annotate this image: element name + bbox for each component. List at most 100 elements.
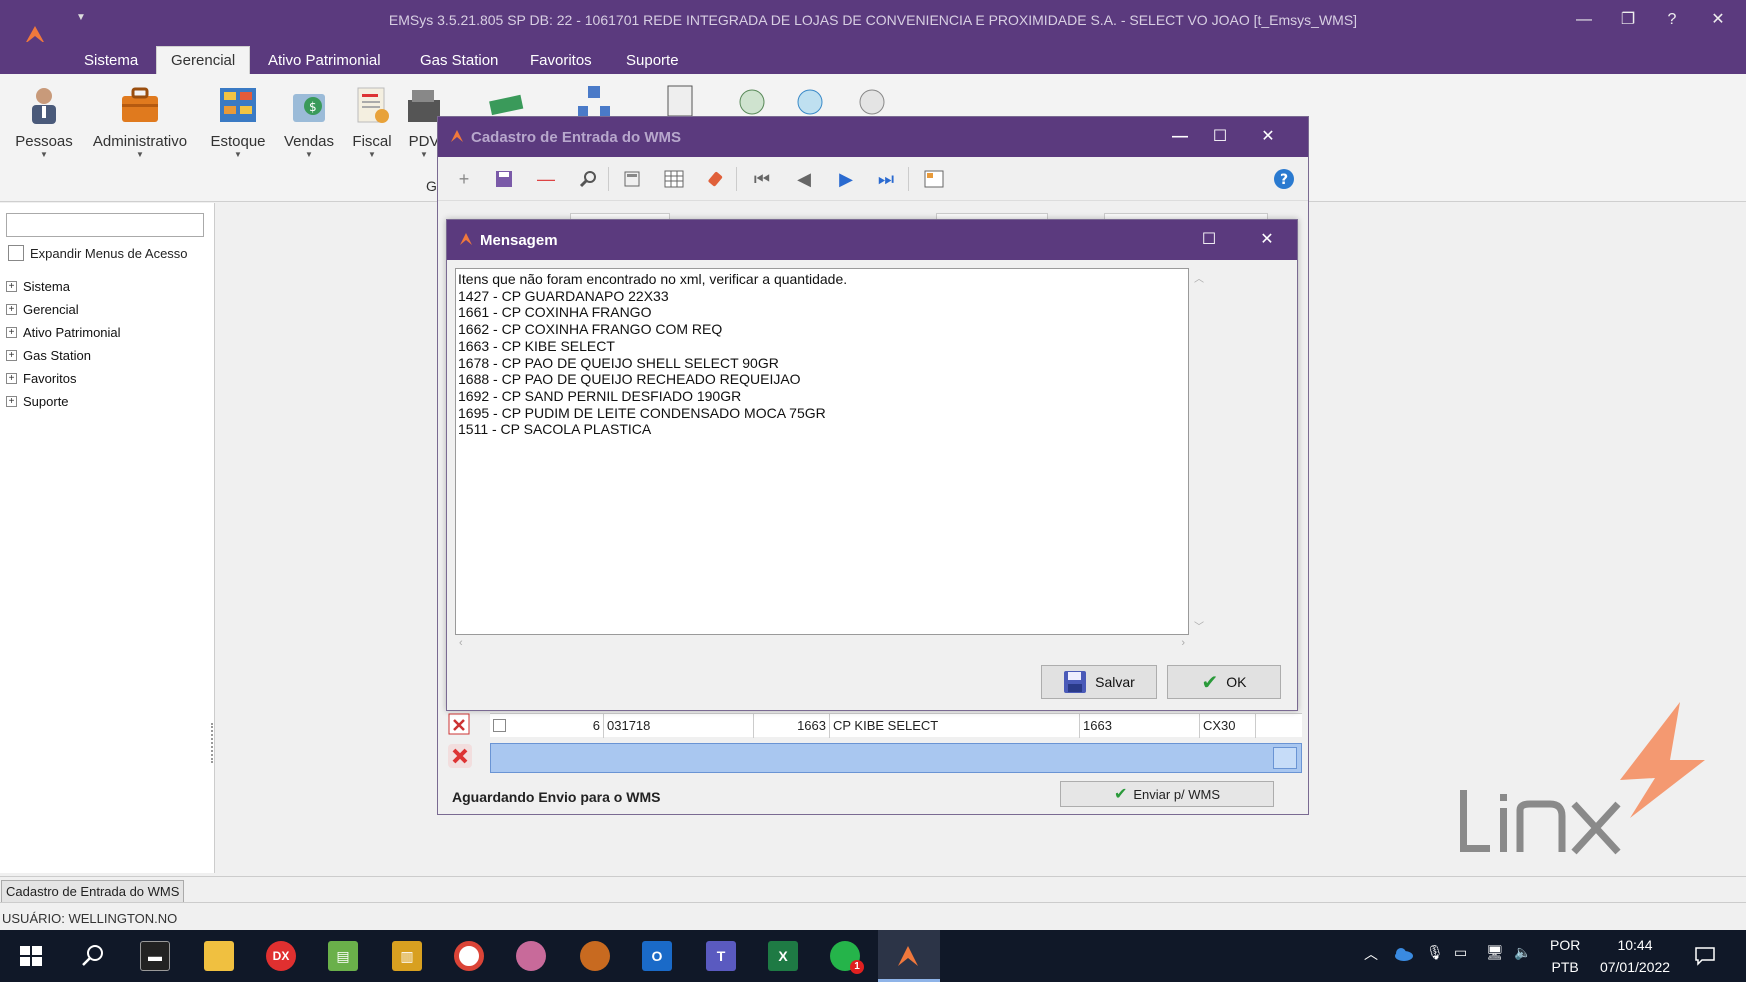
tree-item-gas-station[interactable]: + Gas Station <box>6 344 121 367</box>
tree-item-favoritos[interactable]: + Favoritos <box>6 367 121 390</box>
ribbon-pessoas[interactable]: Pessoas ▼ <box>2 84 86 159</box>
battery-icon[interactable]: ▭ <box>1454 944 1467 961</box>
quick-access-dropdown-icon[interactable]: ▼ <box>76 12 86 23</box>
checkmark-icon: ✔ <box>1201 671 1219 694</box>
message-dialog-titlebar[interactable]: Mensagem ☐ ✕ <box>447 220 1297 260</box>
minimize-button[interactable]: — <box>1564 8 1604 34</box>
dialog-close-button[interactable]: ✕ <box>1247 228 1287 252</box>
emsys-taskbar-item[interactable] <box>878 930 940 982</box>
tree-item-sistema[interactable]: + Sistema <box>6 275 121 298</box>
open-form-tab-wms[interactable]: Cadastro de Entrada do WMS <box>1 880 185 904</box>
tab-gas-station[interactable]: Gas Station <box>406 50 512 74</box>
sync-blue-icon[interactable] <box>790 84 830 118</box>
send-to-wms-button[interactable]: ✔ Enviar p/ WMS <box>1060 781 1274 807</box>
tab-suporte[interactable]: Suporte <box>612 50 693 74</box>
grid-icon[interactable] <box>662 167 686 191</box>
menu-search-input[interactable] <box>6 213 204 237</box>
sync-icon[interactable] <box>732 84 772 118</box>
dx-app-icon[interactable]: DX <box>266 941 296 971</box>
help-icon[interactable]: ? <box>1272 167 1296 191</box>
microphone-icon[interactable]: 🎙 <box>1426 944 1444 961</box>
excel-icon[interactable]: X <box>768 941 798 971</box>
tab-sistema[interactable]: Sistema <box>70 50 152 74</box>
report-icon[interactable] <box>922 167 946 191</box>
save-icon[interactable] <box>492 167 516 191</box>
tray-expand-icon[interactable]: ︿ <box>1364 944 1378 964</box>
taskbar-clock[interactable]: 10:44 07/01/2022 <box>1592 934 1678 978</box>
message-line: 1661 - CP COXINHA FRANGO <box>458 304 652 321</box>
spreadsheet-app-icon[interactable]: ▤ <box>328 941 358 971</box>
scroll-down-icon[interactable]: ﹀ <box>1190 618 1208 633</box>
volume-icon[interactable]: 🔈 <box>1514 944 1531 961</box>
sync-gray-icon[interactable] <box>852 84 892 118</box>
first-record-icon[interactable]: ⏮ <box>750 167 774 191</box>
expand-plus-icon[interactable]: + <box>6 327 17 338</box>
chrome-icon[interactable] <box>454 941 484 971</box>
delete-icon[interactable]: — <box>534 167 558 191</box>
wms-maximize-button[interactable]: ☐ <box>1200 125 1240 149</box>
selected-row-highlight[interactable] <box>490 743 1302 773</box>
file-explorer-icon[interactable] <box>204 941 234 971</box>
outlook-icon[interactable]: O <box>642 941 672 971</box>
checkbox-box[interactable] <box>8 245 24 261</box>
scroll-up-icon[interactable]: ︿ <box>1190 270 1208 285</box>
calculator-icon[interactable] <box>620 167 644 191</box>
tree-item-gerencial[interactable]: + Gerencial <box>6 298 121 321</box>
message-line: Itens que não foram encontrado no xml, v… <box>458 271 848 287</box>
vertical-scrollbar[interactable]: ︿ ﹀ <box>1190 268 1208 635</box>
search-icon[interactable] <box>576 167 600 191</box>
teams-icon[interactable]: T <box>706 941 736 971</box>
row-checkbox[interactable] <box>493 719 506 732</box>
paint-app-icon[interactable] <box>516 941 546 971</box>
helmet-app-icon[interactable] <box>580 941 610 971</box>
close-button[interactable]: ✕ <box>1698 8 1738 34</box>
scroll-left-icon[interactable]: ‹ <box>459 637 463 649</box>
help-button[interactable]: ? <box>1652 8 1692 34</box>
expand-plus-icon[interactable]: + <box>6 304 17 315</box>
message-text-area[interactable]: Itens que não foram encontrado no xml, v… <box>455 268 1189 635</box>
dialog-maximize-button[interactable]: ☐ <box>1189 228 1229 252</box>
table-row[interactable]: 6 031718 1663 CP KIBE SELECT 1663 CX30 <box>490 713 1302 738</box>
whatsapp-icon[interactable]: 1 <box>830 941 864 974</box>
add-icon[interactable]: + <box>452 167 476 191</box>
database-app-icon[interactable]: ▥ <box>392 941 422 971</box>
tab-favoritos[interactable]: Favoritos <box>516 50 606 74</box>
horizontal-scrollbar[interactable]: ‹ › <box>455 635 1189 653</box>
menu-bar: Sistema Gerencial Ativo Patrimonial Gas … <box>0 42 1746 74</box>
onedrive-icon[interactable] <box>1392 946 1414 962</box>
save-button[interactable]: Salvar <box>1041 665 1157 699</box>
next-record-icon[interactable]: ▶ <box>834 167 858 191</box>
restore-button[interactable]: ❐ <box>1608 8 1648 34</box>
input-language[interactable]: POR PTB <box>1550 934 1580 978</box>
expand-menus-checkbox[interactable]: Expandir Menus de Acesso <box>8 245 188 261</box>
tab-gerencial[interactable]: Gerencial <box>156 46 251 74</box>
last-record-icon[interactable]: ⏭ <box>874 167 898 191</box>
wms-close-button[interactable]: ✕ <box>1248 125 1288 149</box>
cancel-icon[interactable] <box>446 743 474 769</box>
previous-record-icon[interactable]: ◀ <box>792 167 816 191</box>
search-icon[interactable] <box>78 941 108 971</box>
scroll-right-icon[interactable]: › <box>1181 637 1185 649</box>
ribbon-administrativo[interactable]: Administrativo ▼ <box>90 84 190 159</box>
tab-ativo-patrimonial[interactable]: Ativo Patrimonial <box>254 50 395 74</box>
terminal-icon[interactable]: ▬ <box>140 941 170 971</box>
network-status-icon[interactable]: 🖥 <box>1486 944 1504 961</box>
panel-splitter[interactable] <box>211 723 214 763</box>
report-icon[interactable] <box>660 84 700 118</box>
wms-window-titlebar[interactable]: Cadastro de Entrada do WMS — ☐ ✕ <box>438 117 1308 157</box>
expand-plus-icon[interactable]: + <box>6 281 17 292</box>
tree-item-suporte[interactable]: + Suporte <box>6 390 121 413</box>
eraser-icon[interactable] <box>704 167 728 191</box>
network-icon[interactable] <box>574 84 614 118</box>
windows-start-icon[interactable] <box>16 941 46 971</box>
money-icon[interactable] <box>486 84 526 118</box>
tree-item-ativo-patrimonial[interactable]: + Ativo Patrimonial <box>6 321 121 344</box>
expand-plus-icon[interactable]: + <box>6 373 17 384</box>
expand-plus-icon[interactable]: + <box>6 396 17 407</box>
remove-document-icon[interactable] <box>446 711 474 737</box>
navigation-panel: Expandir Menus de Acesso + Sistema + Geren… <box>0 203 215 873</box>
notifications-icon[interactable] <box>1694 946 1716 966</box>
ok-button[interactable]: ✔ OK <box>1167 665 1281 699</box>
wms-minimize-button[interactable]: — <box>1160 125 1200 149</box>
expand-plus-icon[interactable]: + <box>6 350 17 361</box>
